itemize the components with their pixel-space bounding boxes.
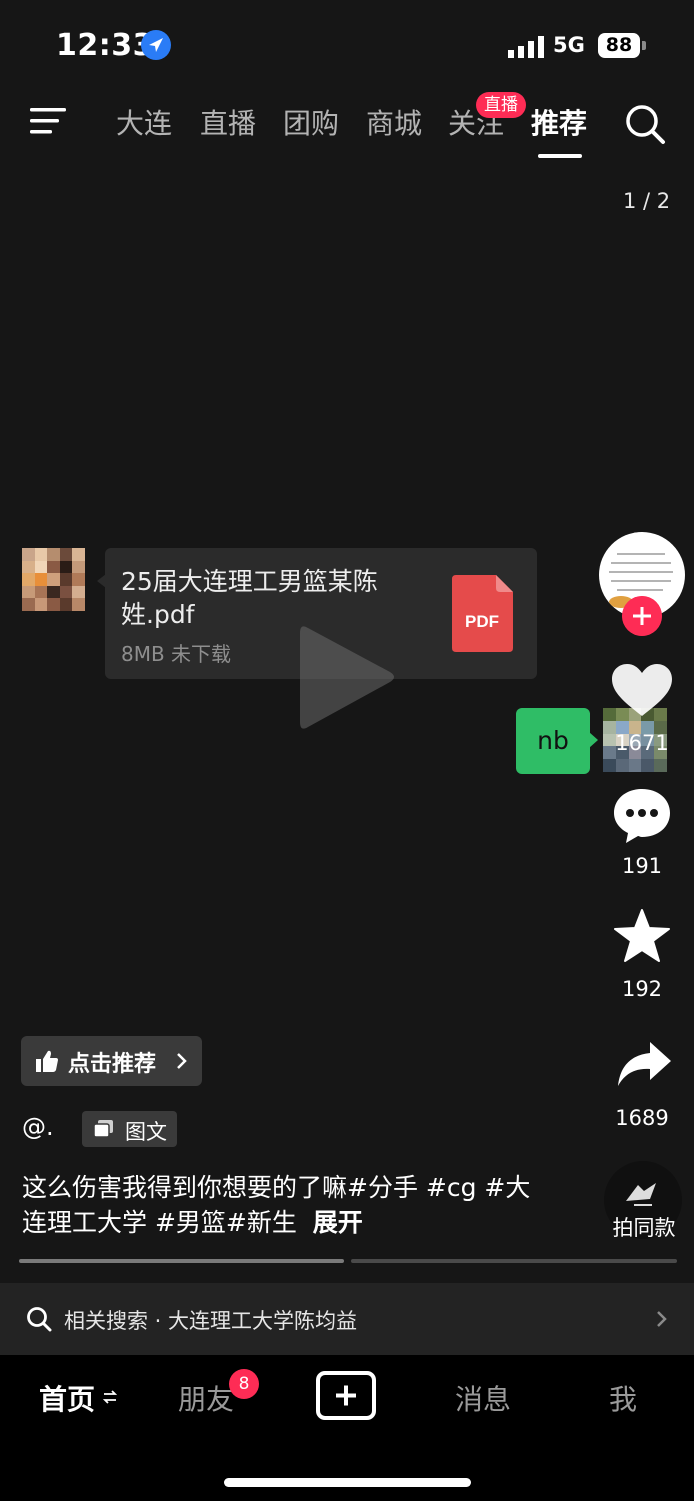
post-caption: 这么伤害我得到你想要的了嘛#分手 #cg #大连理工大学 #男篮#新生 展开 xyxy=(22,1170,542,1240)
tab-friends[interactable]: 朋友 xyxy=(178,1378,234,1418)
favorite-star-icon[interactable] xyxy=(614,909,670,963)
status-time: 12:33 xyxy=(56,28,154,63)
active-tab-indicator xyxy=(538,154,582,158)
friends-badge: 8 xyxy=(229,1369,259,1399)
caption-text: 这么伤害我得到你想要的了嘛#分手 #cg #大连理工大学 #男篮#新生 xyxy=(22,1173,531,1237)
pdf-file-icon: PDF xyxy=(452,575,513,652)
page-indicator: 1 / 2 xyxy=(623,189,671,213)
post-type-label: 图文 xyxy=(125,1120,167,1144)
comment-icon[interactable] xyxy=(612,787,672,845)
tab-dalian[interactable]: 大连 xyxy=(116,102,172,142)
network-type: 5G xyxy=(553,33,585,57)
play-icon[interactable] xyxy=(298,620,398,735)
tab-mall[interactable]: 商城 xyxy=(366,102,422,142)
expand-link[interactable]: 展开 xyxy=(313,1208,363,1237)
tab-group-buy[interactable]: 团购 xyxy=(283,102,339,142)
tab-messages[interactable]: 消息 xyxy=(455,1378,511,1418)
switch-arrows-icon[interactable] xyxy=(103,1389,117,1405)
plus-icon xyxy=(336,1385,356,1406)
thumbs-up-icon xyxy=(36,1050,58,1072)
create-button[interactable] xyxy=(316,1371,376,1420)
tab-home[interactable]: 首页 xyxy=(39,1378,95,1418)
share-icon[interactable] xyxy=(616,1041,672,1087)
same-style-label: 拍同款 xyxy=(612,1216,676,1240)
related-chevron-icon xyxy=(657,1311,667,1327)
menu-icon[interactable] xyxy=(30,106,68,136)
progress-segment-1 xyxy=(19,1259,344,1263)
share-count: 1689 xyxy=(615,1106,669,1130)
reply-message-bubble[interactable]: nb xyxy=(516,708,590,774)
heart-icon[interactable] xyxy=(612,664,672,718)
tab-live[interactable]: 直播 xyxy=(200,102,256,142)
recommend-label: 点击推荐 xyxy=(68,1052,157,1077)
battery-tip xyxy=(642,41,646,50)
favorite-count: 192 xyxy=(621,977,663,1001)
sender-avatar xyxy=(22,548,85,611)
progress-segment-2 xyxy=(351,1259,677,1263)
search-icon[interactable] xyxy=(624,103,666,145)
tab-me[interactable]: 我 xyxy=(609,1378,637,1418)
reply-bubble-arrow xyxy=(589,732,598,748)
author-name[interactable]: @. xyxy=(22,1113,54,1141)
battery-level: 88 xyxy=(598,33,640,58)
pdf-label: PDF xyxy=(465,612,499,631)
chevron-right-icon xyxy=(177,1053,187,1069)
location-icon xyxy=(141,30,171,60)
like-count: 1671 xyxy=(615,731,669,755)
image-text-icon xyxy=(94,1120,113,1138)
live-badge: 直播 xyxy=(476,92,526,118)
home-indicator xyxy=(224,1478,471,1487)
tab-recommend[interactable]: 推荐 xyxy=(531,102,587,142)
cellular-signal-icon xyxy=(508,36,544,58)
follow-plus-icon[interactable] xyxy=(622,596,662,636)
related-search-text: 相关搜索 · 大连理工大学陈均益 xyxy=(64,1309,358,1333)
file-meta: 8MB 未下载 xyxy=(121,642,232,666)
related-search-icon xyxy=(27,1307,52,1332)
comment-count: 191 xyxy=(621,854,663,878)
